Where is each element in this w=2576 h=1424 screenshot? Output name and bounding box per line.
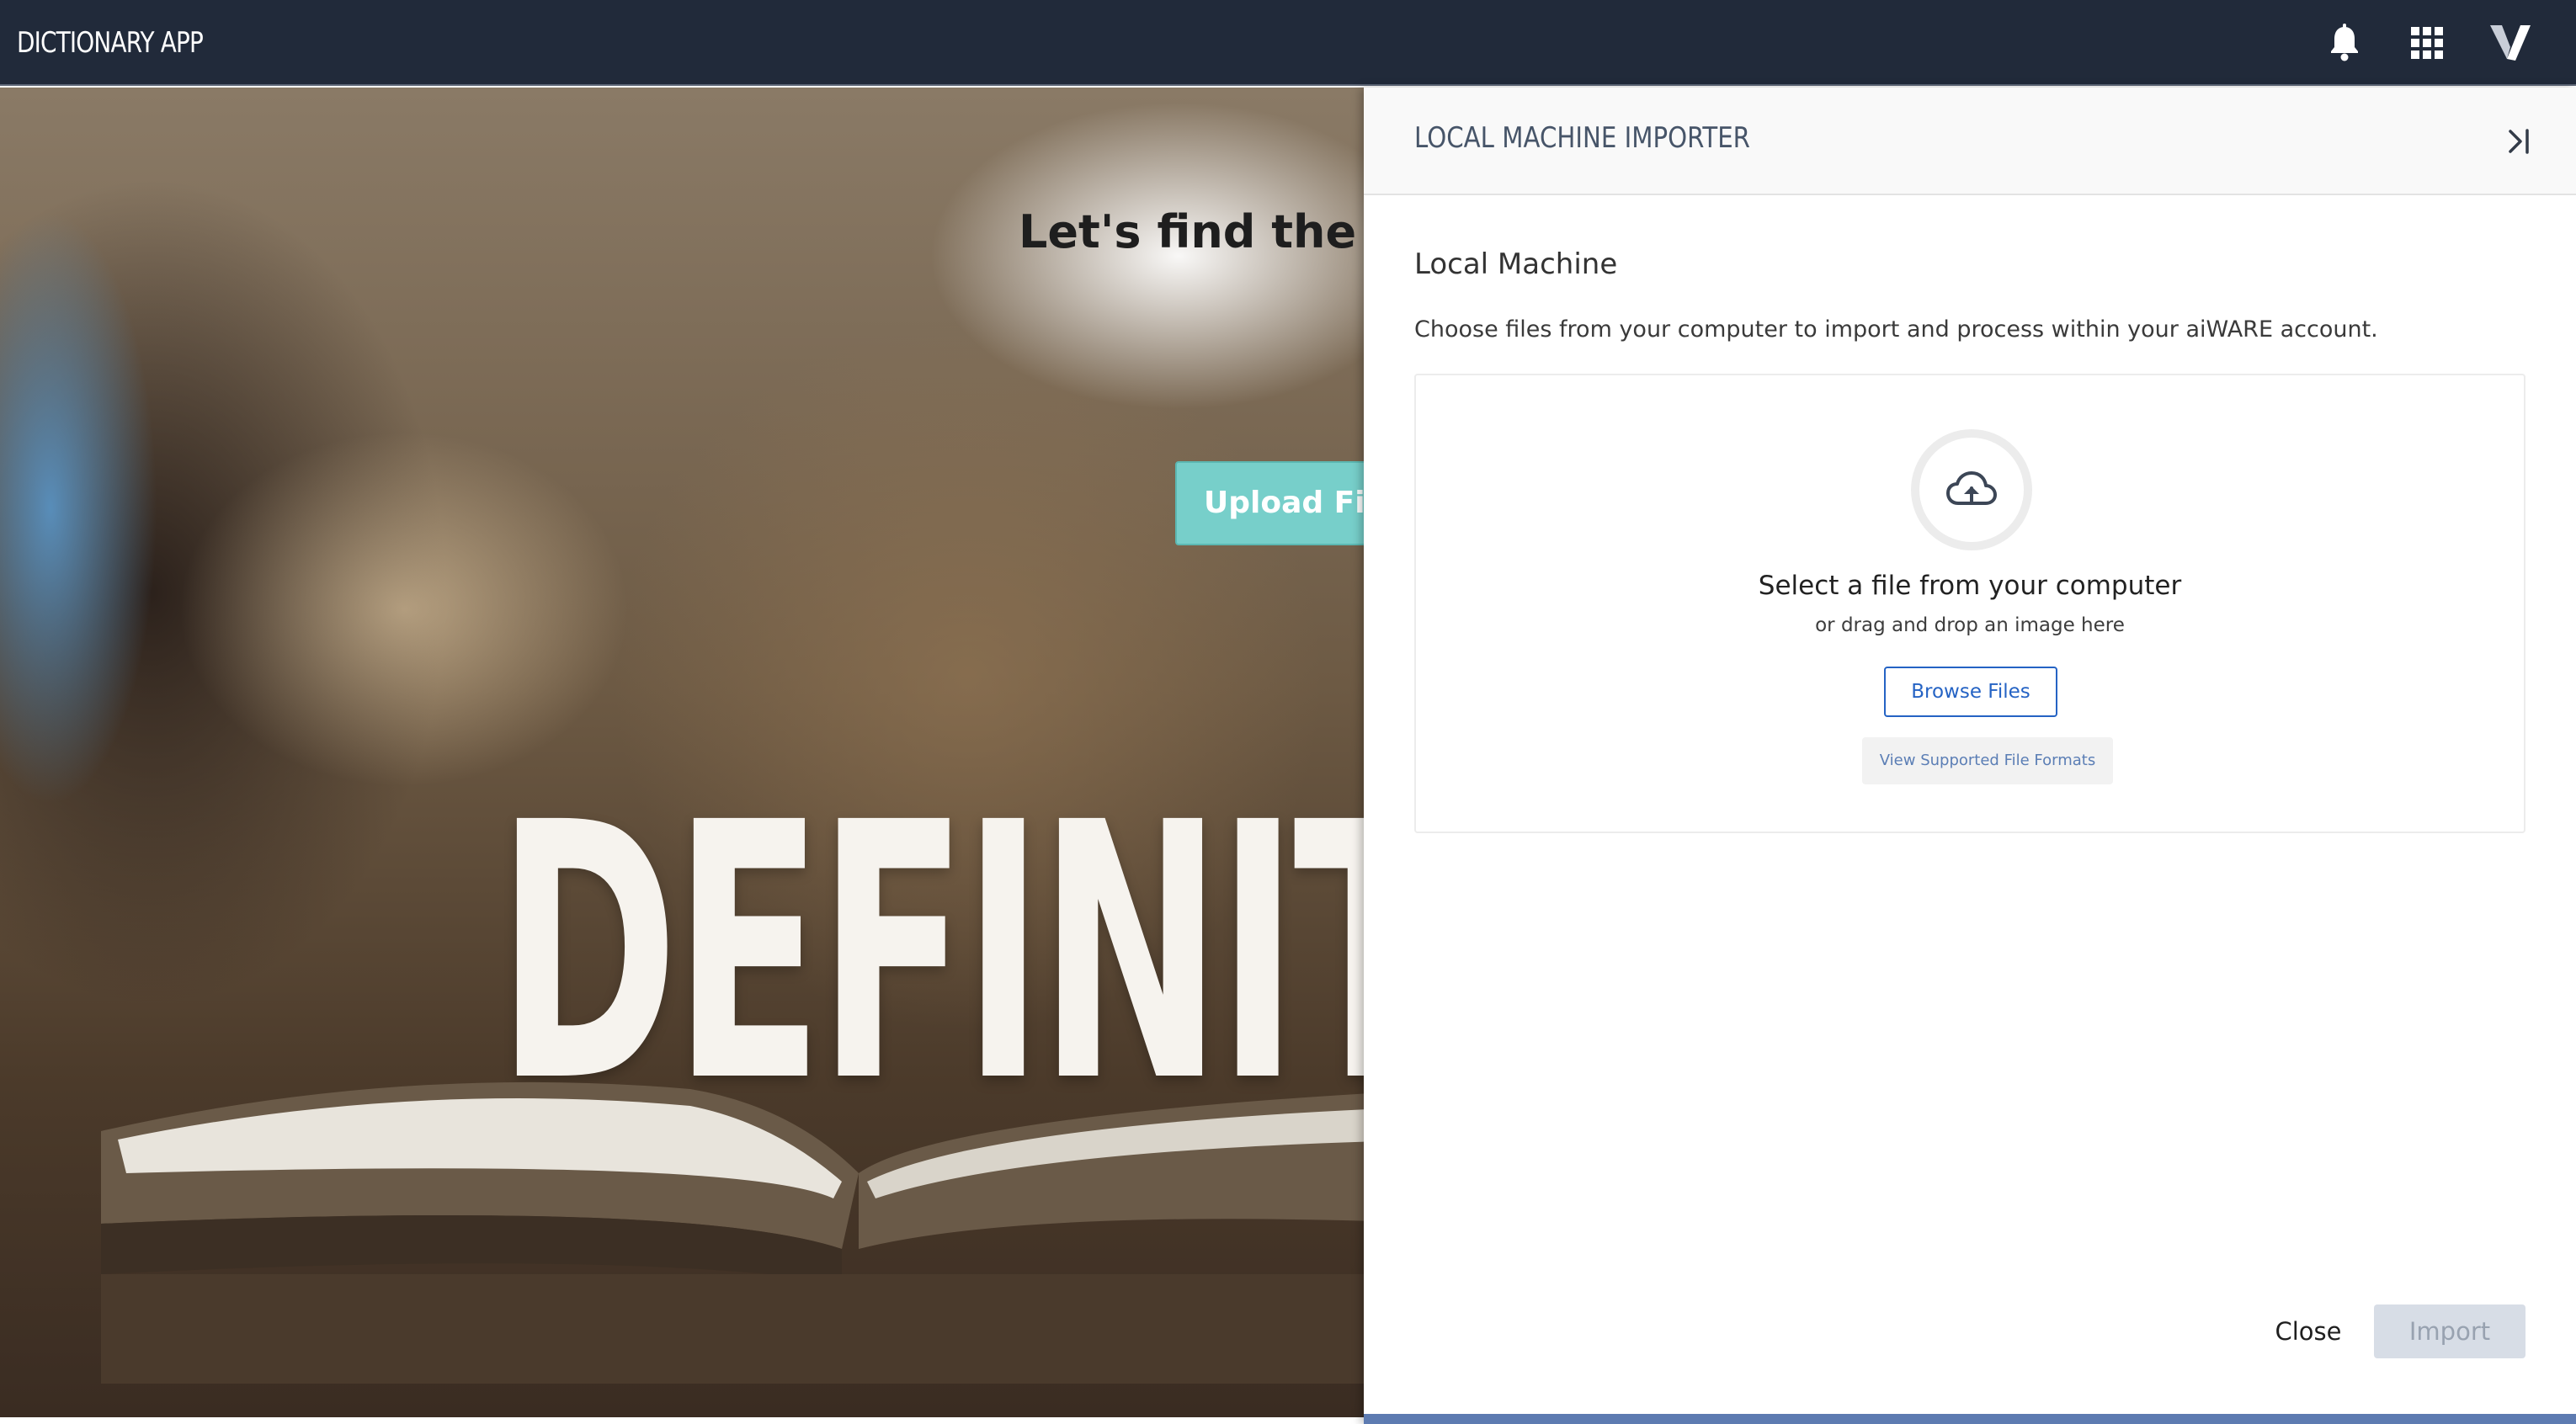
file-dropzone[interactable]: Select a file from your computer or drag… bbox=[1414, 374, 2525, 833]
drawer-title: LOCAL MACHINE IMPORTER bbox=[1414, 121, 1750, 155]
section-description: Choose files from your computer to impor… bbox=[1414, 316, 2378, 343]
cloud-upload-icon bbox=[1911, 429, 2032, 550]
app-title: DICTIONARY APP bbox=[17, 26, 204, 60]
view-supported-formats-button[interactable]: View Supported File Formats bbox=[1862, 737, 2113, 784]
section-title: Local Machine bbox=[1414, 247, 1618, 281]
hero-heading: Let's find the def bbox=[1019, 205, 1364, 258]
apps-grid-icon[interactable] bbox=[2404, 20, 2450, 66]
upload-file-button[interactable]: Upload File bbox=[1175, 461, 1364, 545]
hero-background: DEFINITI Let's find the def Upload File bbox=[0, 88, 1364, 1417]
drawer-header: LOCAL MACHINE IMPORTER bbox=[1364, 88, 2576, 195]
open-book-image bbox=[101, 1081, 1364, 1384]
collapse-right-icon[interactable] bbox=[2499, 123, 2541, 160]
dropzone-title: Select a file from your computer bbox=[1758, 571, 2182, 601]
drawer-footer-bar bbox=[1364, 1414, 2576, 1424]
brand-logo-icon[interactable] bbox=[2487, 20, 2534, 66]
browse-files-button[interactable]: Browse Files bbox=[1884, 667, 2057, 717]
close-button[interactable]: Close bbox=[2256, 1304, 2360, 1358]
local-machine-importer-drawer: LOCAL MACHINE IMPORTER Local Machine Cho… bbox=[1364, 88, 2576, 1424]
bell-icon[interactable] bbox=[2322, 20, 2367, 66]
top-app-bar: DICTIONARY APP bbox=[0, 0, 2576, 86]
dropzone-subtitle: or drag and drop an image here bbox=[1815, 614, 2125, 636]
import-button[interactable]: Import bbox=[2374, 1304, 2525, 1358]
